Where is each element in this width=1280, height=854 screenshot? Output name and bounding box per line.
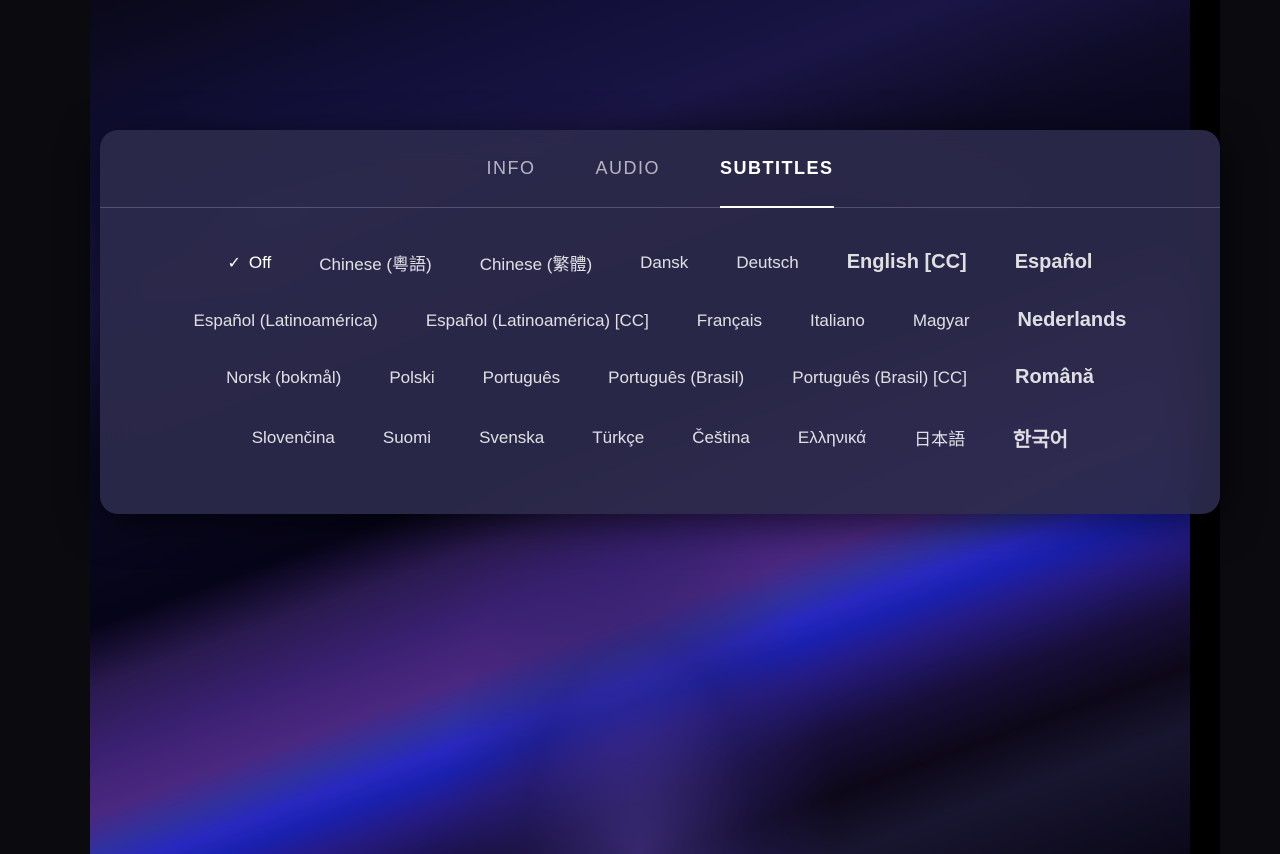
lang-romana[interactable]: Română <box>991 354 1118 401</box>
lang-chinese-cantonese[interactable]: Chinese (粵語) <box>295 238 455 287</box>
lang-deutsch[interactable]: Deutsch <box>712 241 822 285</box>
lang-espanol[interactable]: Español <box>991 239 1117 286</box>
lang-korean[interactable]: 한국어 <box>989 411 1092 464</box>
lang-off[interactable]: ✓ Off <box>204 241 296 285</box>
tab-audio[interactable]: AUDIO <box>595 158 660 187</box>
subtitles-modal: INFO AUDIO SUBTITLES ✓ Off Chinese (粵語) … <box>100 130 1220 514</box>
lang-espanol-latin[interactable]: Español (Latinoamérica) <box>170 299 402 343</box>
lang-greek[interactable]: Ελληνικά <box>774 416 890 460</box>
lang-nederlands[interactable]: Nederlands <box>994 297 1151 344</box>
lang-portugues-brasil[interactable]: Português (Brasil) <box>584 356 768 400</box>
lang-magyar[interactable]: Magyar <box>889 299 994 343</box>
lang-row-2: Español (Latinoamérica) Español (Latinoa… <box>150 297 1170 344</box>
lang-norsk[interactable]: Norsk (bokmål) <box>202 356 365 400</box>
figure-area <box>440 474 840 854</box>
tab-subtitles[interactable]: SUBTITLES <box>720 158 834 187</box>
lang-japanese[interactable]: 日本語 <box>890 413 989 462</box>
lang-francais[interactable]: Français <box>673 299 786 343</box>
lang-cestina[interactable]: Čeština <box>668 416 774 460</box>
language-grid: ✓ Off Chinese (粵語) Chinese (繁體) Dansk De… <box>100 238 1220 464</box>
lang-suomi[interactable]: Suomi <box>359 416 455 460</box>
lang-row-4: Slovenčina Suomi Svenska Türkçe Čeština … <box>150 411 1170 464</box>
lang-italiano[interactable]: Italiano <box>786 299 889 343</box>
lang-espanol-latin-cc[interactable]: Español (Latinoamérica) [CC] <box>402 299 673 343</box>
lang-polski[interactable]: Polski <box>365 356 458 400</box>
lang-row-3: Norsk (bokmål) Polski Português Portuguê… <box>150 354 1170 401</box>
lang-chinese-traditional[interactable]: Chinese (繁體) <box>456 238 616 287</box>
lang-row-1: ✓ Off Chinese (粵語) Chinese (繁體) Dansk De… <box>150 238 1170 287</box>
lang-dansk[interactable]: Dansk <box>616 241 712 285</box>
lang-turkce[interactable]: Türkçe <box>568 416 668 460</box>
checkmark-icon: ✓ <box>228 253 241 273</box>
lang-svenska[interactable]: Svenska <box>455 416 568 460</box>
lang-slovencina[interactable]: Slovenčina <box>228 416 359 460</box>
lang-portugues-brasil-cc[interactable]: Português (Brasil) [CC] <box>768 356 991 400</box>
tab-info[interactable]: INFO <box>486 158 535 187</box>
lang-english-cc[interactable]: English [CC] <box>823 239 991 286</box>
tabs-row: INFO AUDIO SUBTITLES <box>100 130 1220 208</box>
bg-right <box>1220 0 1280 854</box>
lang-portugues[interactable]: Português <box>459 356 585 400</box>
